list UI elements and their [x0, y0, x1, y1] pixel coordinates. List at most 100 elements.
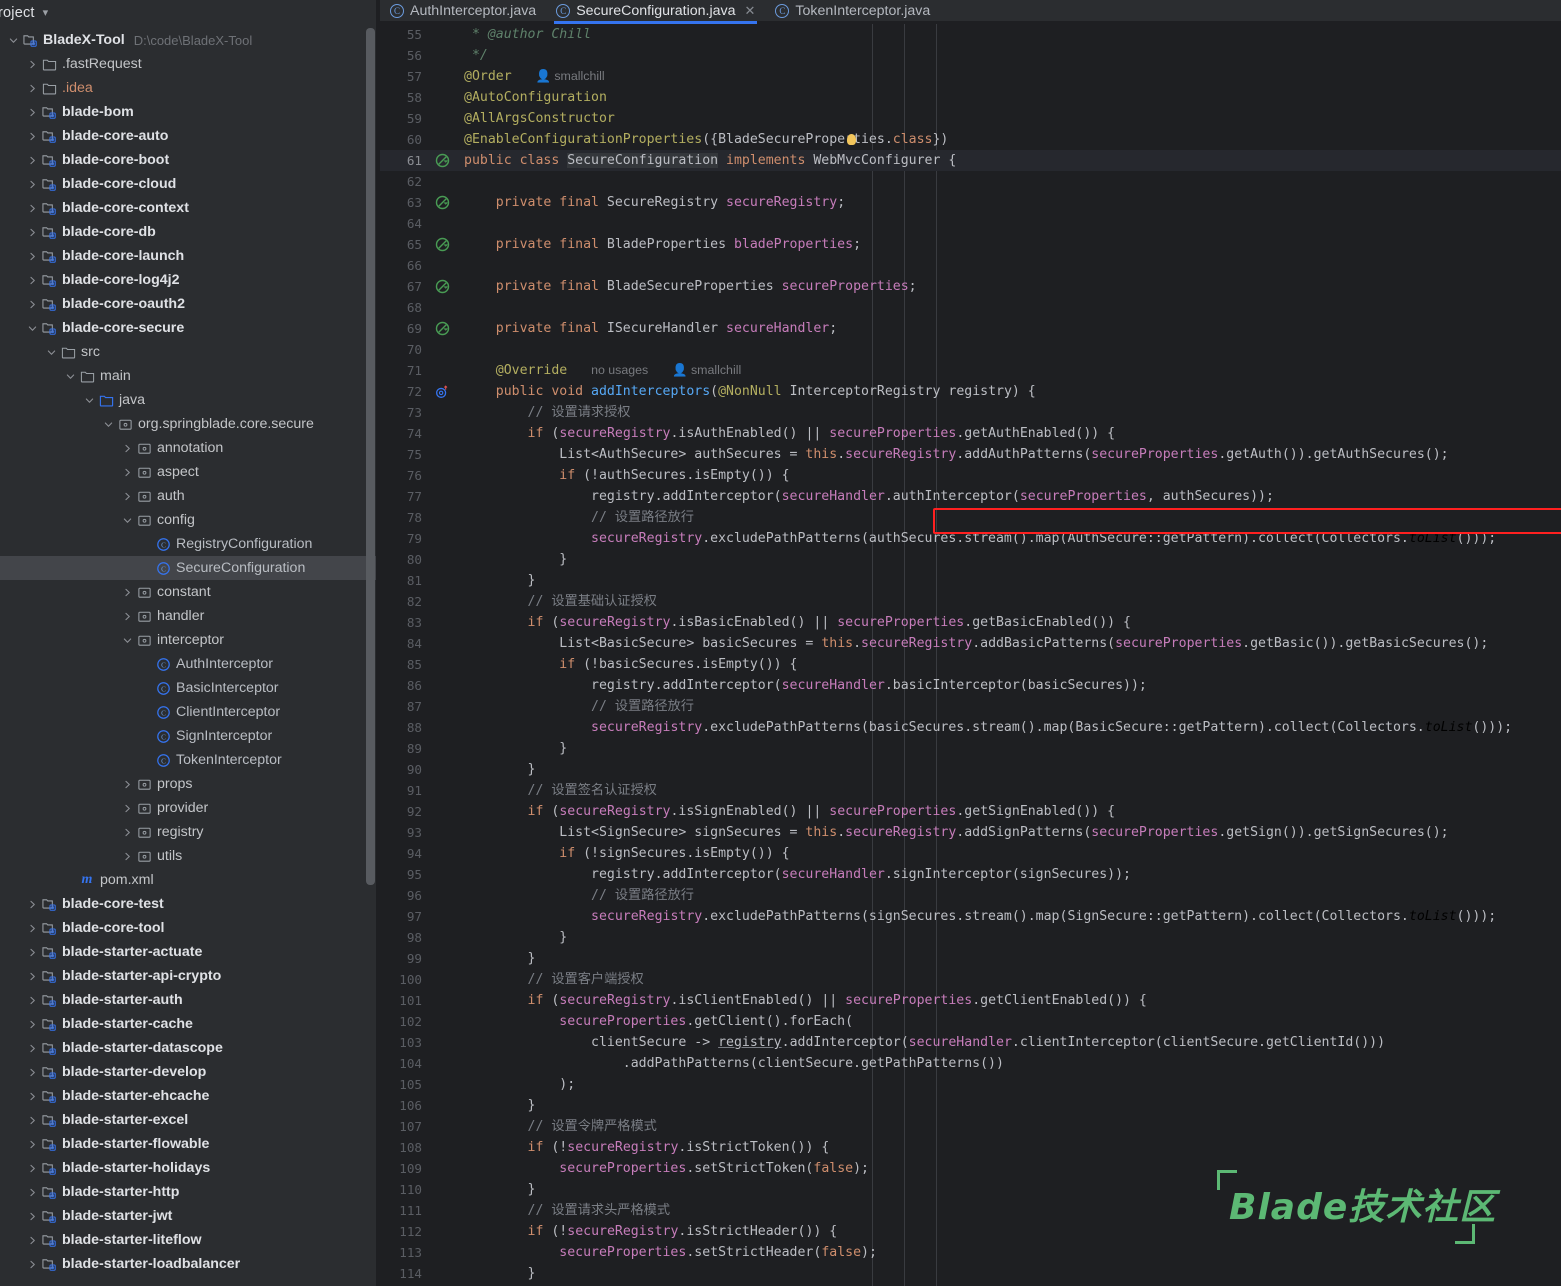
- code-line[interactable]: 85 if (!basicSecures.isEmpty()) {: [380, 654, 1561, 675]
- chevron-right-icon[interactable]: [120, 804, 134, 813]
- chevron-down-icon[interactable]: [44, 348, 58, 357]
- code-line[interactable]: 105 );: [380, 1074, 1561, 1095]
- code-line[interactable]: 90 }: [380, 759, 1561, 780]
- spring-bean-gutter-icon[interactable]: [428, 237, 456, 252]
- code-surface[interactable]: 55 * @author Chill 56 */57 @Order 👤 smallc…: [380, 24, 1561, 1286]
- chevron-right-icon[interactable]: [25, 924, 39, 933]
- code-line[interactable]: 58 @AutoConfiguration: [380, 87, 1561, 108]
- code-line[interactable]: 87 // 设置路径放行: [380, 696, 1561, 717]
- tree-item[interactable]: registry: [0, 820, 380, 844]
- code-line[interactable]: 74 if (secureRegistry.isAuthEnabled() ||…: [380, 423, 1561, 444]
- tree-item[interactable]: blade-core-oauth2: [0, 292, 380, 316]
- tree-item[interactable]: blade-starter-develop: [0, 1060, 380, 1084]
- code-line[interactable]: 57 @Order 👤 smallchill: [380, 66, 1561, 87]
- code-line[interactable]: 65 private final BladeProperties bladePr…: [380, 234, 1561, 255]
- code-line[interactable]: 72 public void addInterceptors(@NonNull …: [380, 381, 1561, 402]
- code-line[interactable]: 56 */: [380, 45, 1561, 66]
- code-line[interactable]: 109 secureProperties.setStrictToken(fals…: [380, 1158, 1561, 1179]
- chevron-right-icon[interactable]: [25, 1164, 39, 1173]
- code-line[interactable]: 66: [380, 255, 1561, 276]
- tree-item[interactable]: provider: [0, 796, 380, 820]
- code-line[interactable]: 100 // 设置客户端授权: [380, 969, 1561, 990]
- chevron-right-icon[interactable]: [25, 1212, 39, 1221]
- chevron-down-icon[interactable]: [25, 324, 39, 333]
- tree-item[interactable]: blade-starter-flowable: [0, 1132, 380, 1156]
- chevron-right-icon[interactable]: [25, 84, 39, 93]
- tree-item[interactable]: .idea: [0, 76, 380, 100]
- code-line[interactable]: 70: [380, 339, 1561, 360]
- code-line[interactable]: 114 }: [380, 1263, 1561, 1284]
- chevron-right-icon[interactable]: [25, 1068, 39, 1077]
- tree-item[interactable]: C RegistryConfiguration: [0, 532, 380, 556]
- code-line[interactable]: 91 // 设置签名认证授权: [380, 780, 1561, 801]
- code-line[interactable]: 106 }: [380, 1095, 1561, 1116]
- chevron-right-icon[interactable]: [25, 948, 39, 957]
- spring-bean-gutter-icon[interactable]: [428, 279, 456, 294]
- spring-bean-gutter-icon[interactable]: [428, 321, 456, 336]
- code-line[interactable]: 108 if (!secureRegistry.isStrictToken())…: [380, 1137, 1561, 1158]
- code-line[interactable]: 111 // 设置请求头严格模式: [380, 1200, 1561, 1221]
- tree-item[interactable]: blade-starter-ehcache: [0, 1084, 380, 1108]
- chevron-right-icon[interactable]: [120, 612, 134, 621]
- chevron-right-icon[interactable]: [120, 468, 134, 477]
- editor-tab[interactable]: C SecureConfiguration.java ✕: [546, 0, 766, 24]
- project-scrollbar[interactable]: [366, 28, 375, 885]
- tree-item[interactable]: blade-core-secure: [0, 316, 380, 340]
- code-line[interactable]: 113 secureProperties.setStrictHeader(fal…: [380, 1242, 1561, 1263]
- chevron-right-icon[interactable]: [25, 252, 39, 261]
- code-line[interactable]: 61 public class SecureConfiguration imple…: [380, 150, 1561, 171]
- tree-item[interactable]: blade-core-db: [0, 220, 380, 244]
- chevron-right-icon[interactable]: [25, 300, 39, 309]
- chevron-right-icon[interactable]: [25, 156, 39, 165]
- code-line[interactable]: 99 }: [380, 948, 1561, 969]
- tree-item[interactable]: blade-starter-cache: [0, 1012, 380, 1036]
- chevron-right-icon[interactable]: [25, 1188, 39, 1197]
- editor-tab[interactable]: C AuthInterceptor.java: [380, 0, 546, 21]
- tree-item[interactable]: auth: [0, 484, 380, 508]
- tree-item[interactable]: C AuthInterceptor: [0, 652, 380, 676]
- code-line[interactable]: 96 // 设置路径放行: [380, 885, 1561, 906]
- chevron-right-icon[interactable]: [25, 1020, 39, 1029]
- project-tree[interactable]: BladeX-Tool D:\code\BladeX-Tool .fastReque…: [0, 28, 380, 1286]
- chevron-right-icon[interactable]: [25, 180, 39, 189]
- tree-item[interactable]: aspect: [0, 460, 380, 484]
- code-line[interactable]: 80 }: [380, 549, 1561, 570]
- tree-item[interactable]: constant: [0, 580, 380, 604]
- chevron-right-icon[interactable]: [25, 996, 39, 1005]
- tree-item[interactable]: BladeX-Tool D:\code\BladeX-Tool: [0, 28, 380, 52]
- tree-item[interactable]: annotation: [0, 436, 380, 460]
- chevron-right-icon[interactable]: [25, 276, 39, 285]
- chevron-right-icon[interactable]: [25, 204, 39, 213]
- tree-item[interactable]: C TokenInterceptor: [0, 748, 380, 772]
- tree-item[interactable]: org.springblade.core.secure: [0, 412, 380, 436]
- code-line[interactable]: 98 }: [380, 927, 1561, 948]
- code-line[interactable]: 78 // 设置路径放行: [380, 507, 1561, 528]
- tree-item[interactable]: blade-core-launch: [0, 244, 380, 268]
- code-line[interactable]: 60 @EnableConfigurationProperties({BladeS…: [380, 129, 1561, 150]
- tree-item[interactable]: .fastRequest: [0, 52, 380, 76]
- code-line[interactable]: 104 .addPathPatterns(clientSecure.getPat…: [380, 1053, 1561, 1074]
- code-line[interactable]: 67 private final BladeSecureProperties s…: [380, 276, 1561, 297]
- code-line[interactable]: 92 if (secureRegistry.isSignEnabled() ||…: [380, 801, 1561, 822]
- chevron-down-icon[interactable]: [120, 636, 134, 645]
- code-line[interactable]: 97 secureRegistry.excludePathPatterns(si…: [380, 906, 1561, 927]
- code-line[interactable]: 73 // 设置请求授权: [380, 402, 1561, 423]
- code-line[interactable]: 102 secureProperties.getClient().forEach…: [380, 1011, 1561, 1032]
- code-line[interactable]: 75 List<AuthSecure> authSecures = this.s…: [380, 444, 1561, 465]
- chevron-right-icon[interactable]: [25, 228, 39, 237]
- tree-item[interactable]: blade-starter-jwt: [0, 1204, 380, 1228]
- code-line[interactable]: 68: [380, 297, 1561, 318]
- code-line[interactable]: 107 // 设置令牌严格模式: [380, 1116, 1561, 1137]
- tree-item[interactable]: blade-core-context: [0, 196, 380, 220]
- tree-item[interactable]: blade-starter-actuate: [0, 940, 380, 964]
- code-line[interactable]: 63 private final SecureRegistry secureRe…: [380, 192, 1561, 213]
- tree-item[interactable]: handler: [0, 604, 380, 628]
- tree-item[interactable]: blade-starter-liteflow: [0, 1228, 380, 1252]
- chevron-right-icon[interactable]: [120, 492, 134, 501]
- chevron-right-icon[interactable]: [120, 588, 134, 597]
- chevron-right-icon[interactable]: [120, 852, 134, 861]
- tree-item[interactable]: blade-core-boot: [0, 148, 380, 172]
- tree-item[interactable]: blade-bom: [0, 100, 380, 124]
- tree-item[interactable]: src: [0, 340, 380, 364]
- code-line[interactable]: 88 secureRegistry.excludePathPatterns(ba…: [380, 717, 1561, 738]
